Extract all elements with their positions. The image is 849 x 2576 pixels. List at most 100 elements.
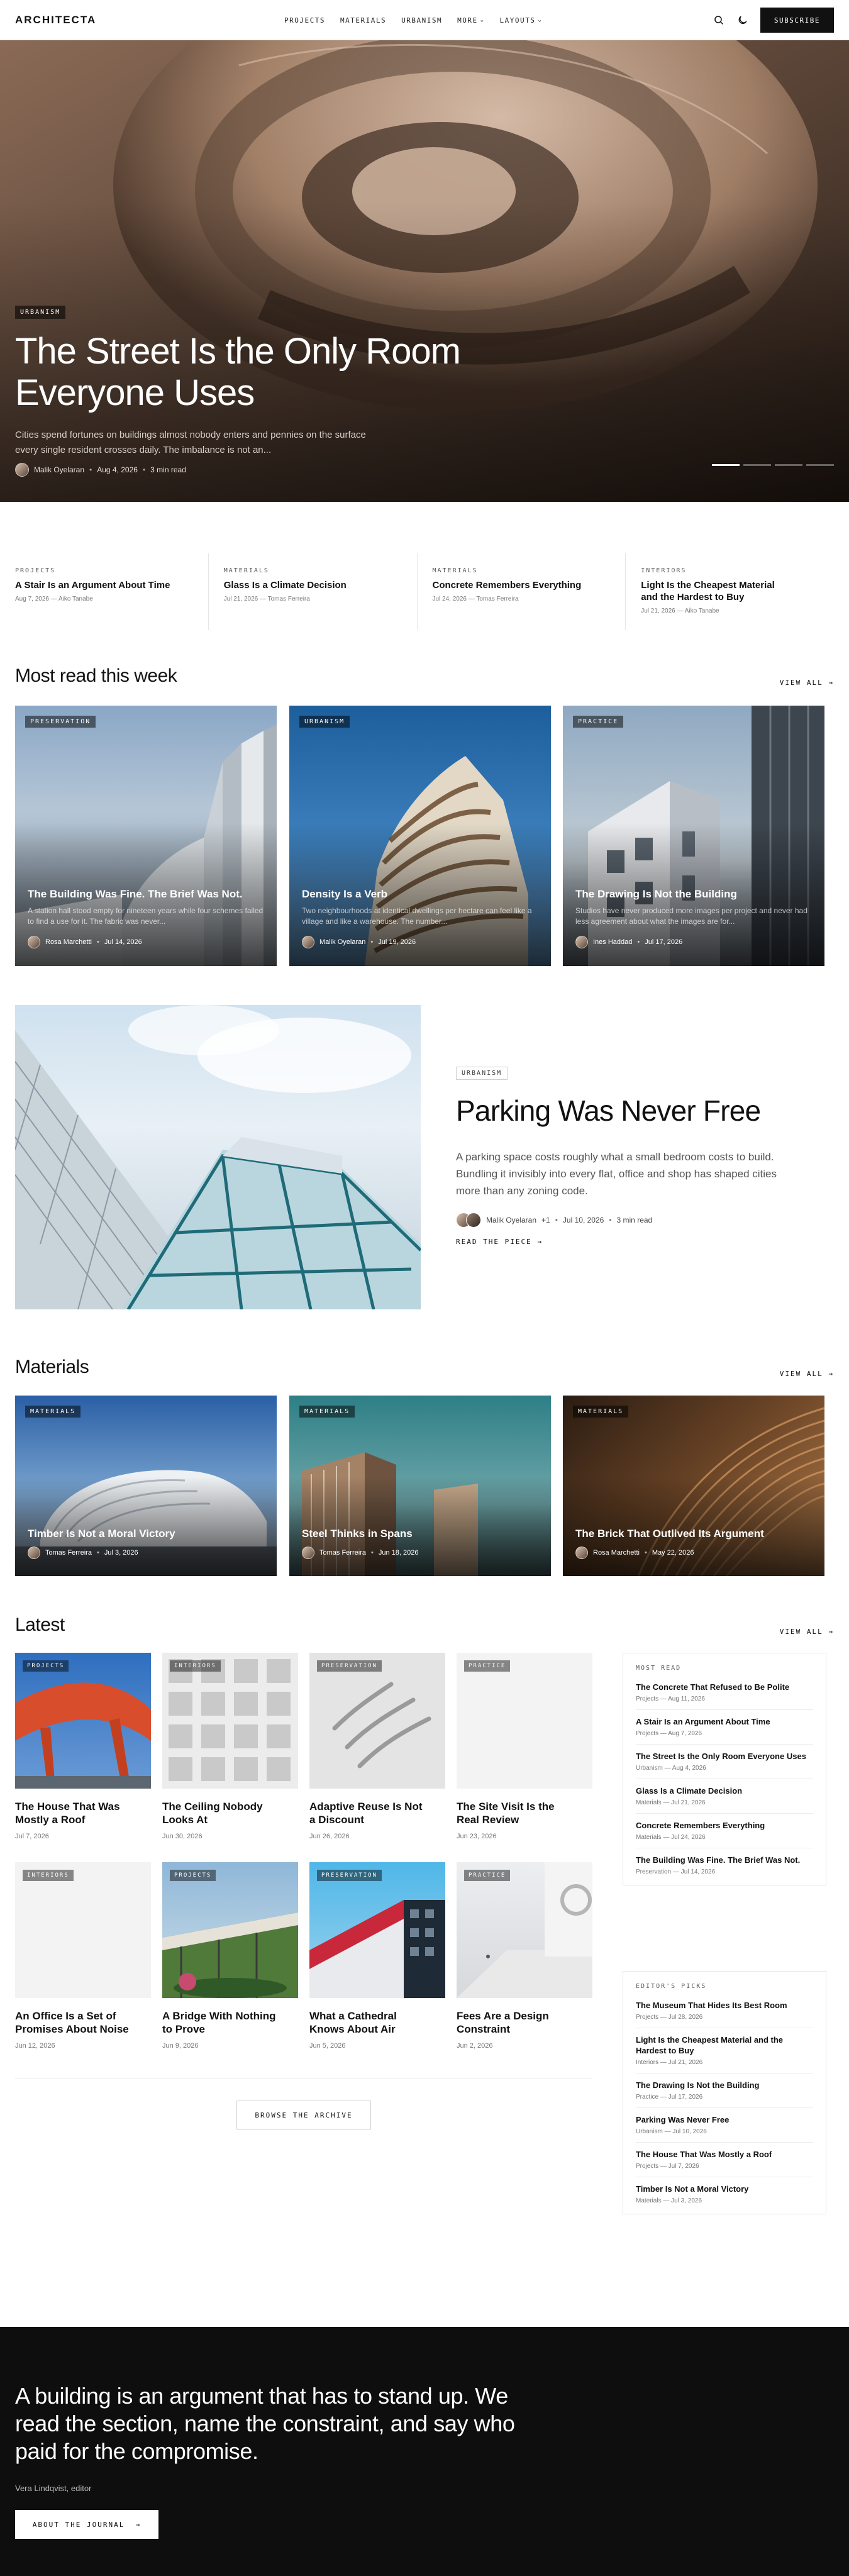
card-category-tag[interactable]: URBANISM bbox=[299, 716, 350, 728]
nav-item-layouts[interactable]: LAYOUTS ⌄ bbox=[500, 16, 543, 25]
strip-title[interactable]: Light Is the Cheapest Material and the H… bbox=[641, 579, 792, 603]
card-title[interactable]: Density Is a Verb bbox=[302, 888, 538, 901]
card-category-tag[interactable]: PRESERVATION bbox=[25, 716, 96, 728]
view-all-link[interactable]: VIEW ALL → bbox=[780, 1628, 834, 1636]
latest-card[interactable]: INTERIORS An Office Is a Set of Promises… bbox=[15, 1862, 151, 2050]
card-title[interactable]: Fees Are a Design Constraint bbox=[457, 2009, 576, 2036]
sidebar-item-title[interactable]: The Street Is the Only Room Everyone Use… bbox=[636, 1751, 813, 1762]
about-journal-button[interactable]: ABOUT THE JOURNAL → bbox=[15, 2510, 158, 2539]
sidebar-item[interactable]: The Museum That Hides Its Best Room Proj… bbox=[636, 1994, 813, 2028]
latest-card[interactable]: PRESERVATION Adaptive Reuse Is Not a Dis… bbox=[309, 1653, 445, 1840]
slide-indicator[interactable] bbox=[775, 464, 802, 466]
nav-item-projects[interactable]: PROJECTS bbox=[284, 16, 325, 25]
sidebar-item[interactable]: Light Is the Cheapest Material and the H… bbox=[636, 2028, 813, 2074]
card-title[interactable]: An Office Is a Set of Promises About Noi… bbox=[15, 2009, 135, 2036]
sidebar-item[interactable]: Glass Is a Climate Decision Materials — … bbox=[636, 1779, 813, 1814]
strip-item[interactable]: MATERIALS Concrete Remembers Everything … bbox=[416, 553, 626, 630]
materials-card[interactable]: MATERIALS The Brick That Outlived Its Ar… bbox=[563, 1396, 824, 1576]
hero[interactable]: URBANISM The Street Is the Only Room Eve… bbox=[0, 40, 849, 502]
view-all-link[interactable]: VIEW ALL → bbox=[780, 1370, 834, 1378]
latest-card[interactable]: PROJECTS The House That Was Mostly a Roo… bbox=[15, 1653, 151, 1840]
card-category-tag[interactable]: PRACTICE bbox=[573, 716, 624, 728]
coauthor-count[interactable]: +1 bbox=[541, 1216, 550, 1224]
card-title[interactable]: What a Cathedral Knows About Air bbox=[309, 2009, 429, 2036]
latest-card[interactable]: PROJECTS A Bridge With Nothing to Prove … bbox=[162, 1862, 298, 2050]
search-icon[interactable] bbox=[713, 14, 725, 26]
author-name[interactable]: Rosa Marchetti bbox=[45, 938, 92, 946]
sidebar-item-title[interactable]: Concrete Remembers Everything bbox=[636, 1820, 813, 1831]
card-category-tag[interactable]: MATERIALS bbox=[25, 1406, 81, 1418]
card-title[interactable]: The Site Visit Is the Real Review bbox=[457, 1800, 576, 1826]
sidebar-item[interactable]: Timber Is Not a Moral Victory Materials … bbox=[636, 2177, 813, 2211]
view-all-link[interactable]: VIEW ALL → bbox=[780, 679, 834, 687]
sidebar-item[interactable]: Concrete Remembers Everything Materials … bbox=[636, 1814, 813, 1848]
author-name[interactable]: Malik Oyelaran bbox=[34, 465, 84, 474]
sidebar-item-title[interactable]: Light Is the Cheapest Material and the H… bbox=[636, 2035, 813, 2056]
sidebar-item[interactable]: The Building Was Fine. The Brief Was Not… bbox=[636, 1848, 813, 1882]
sidebar-item[interactable]: The Concrete That Refused to Be Polite P… bbox=[636, 1675, 813, 1710]
sidebar-item-title[interactable]: A Stair Is an Argument About Time bbox=[636, 1716, 813, 1727]
moon-icon[interactable] bbox=[736, 14, 749, 26]
slide-indicator[interactable] bbox=[806, 464, 834, 466]
sidebar-item-title[interactable]: Timber Is Not a Moral Victory bbox=[636, 2184, 813, 2194]
feature-image[interactable] bbox=[15, 1005, 421, 1309]
card-category-tag[interactable]: INTERIORS bbox=[23, 1870, 74, 1881]
card-category-tag[interactable]: PROJECTS bbox=[23, 1660, 69, 1672]
subscribe-button[interactable]: SUBSCRIBE bbox=[760, 8, 834, 33]
sidebar-item[interactable]: Parking Was Never Free Urbanism — Jul 10… bbox=[636, 2108, 813, 2143]
sidebar-item[interactable]: The House That Was Mostly a Roof Project… bbox=[636, 2143, 813, 2177]
latest-card[interactable]: PRACTICE Fees Are a Design Constraint Ju… bbox=[457, 1862, 592, 2050]
feature-title[interactable]: Parking Was Never Free bbox=[456, 1093, 761, 1128]
sidebar-item-title[interactable]: The House That Was Mostly a Roof bbox=[636, 2149, 813, 2160]
card-category-tag[interactable]: MATERIALS bbox=[573, 1406, 629, 1418]
most-read-card[interactable]: PRACTICE The Drawing Is Not the Building… bbox=[563, 706, 824, 966]
card-category-tag[interactable]: INTERIORS bbox=[170, 1660, 221, 1672]
nav-item-more[interactable]: MORE ⌄ bbox=[457, 16, 484, 25]
card-category-tag[interactable]: MATERIALS bbox=[299, 1406, 355, 1418]
site-logo[interactable]: ARCHITECTA bbox=[15, 14, 96, 26]
author-name[interactable]: Malik Oyelaran bbox=[486, 1216, 536, 1224]
card-category-tag[interactable]: PRACTICE bbox=[464, 1660, 511, 1672]
most-read-card[interactable]: PRESERVATION The Building Was Fine. The … bbox=[15, 706, 277, 966]
most-read-card[interactable]: URBANISM Density Is a Verb Two neighbour… bbox=[289, 706, 551, 966]
strip-item[interactable]: MATERIALS Glass Is a Climate Decision Ju… bbox=[208, 553, 417, 630]
strip-title[interactable]: A Stair Is an Argument About Time bbox=[15, 579, 193, 591]
card-title[interactable]: Adaptive Reuse Is Not a Discount bbox=[309, 1800, 429, 1826]
card-title[interactable]: Steel Thinks in Spans bbox=[302, 1528, 538, 1540]
card-title[interactable]: The Building Was Fine. The Brief Was Not… bbox=[28, 888, 264, 901]
card-title[interactable]: The Brick That Outlived Its Argument bbox=[575, 1528, 812, 1540]
card-title[interactable]: The Ceiling Nobody Looks At bbox=[162, 1800, 282, 1826]
card-category-tag[interactable]: PRACTICE bbox=[464, 1870, 511, 1881]
nav-item-urbanism[interactable]: URBANISM bbox=[401, 16, 442, 25]
strip-item[interactable]: PROJECTS A Stair Is an Argument About Ti… bbox=[15, 553, 208, 630]
sidebar-item[interactable]: The Drawing Is Not the Building Practice… bbox=[636, 2074, 813, 2108]
author-name[interactable]: Rosa Marchetti bbox=[593, 1549, 640, 1557]
sidebar-item-title[interactable]: The Museum That Hides Its Best Room bbox=[636, 2000, 813, 2011]
author-name[interactable]: Ines Haddad bbox=[593, 938, 632, 946]
author-name[interactable]: Tomas Ferreira bbox=[45, 1549, 92, 1557]
slide-indicator[interactable] bbox=[712, 464, 740, 466]
card-category-tag[interactable]: PRESERVATION bbox=[317, 1870, 382, 1881]
hero-title[interactable]: The Street Is the Only Room Everyone Use… bbox=[15, 331, 468, 414]
sidebar-item-title[interactable]: The Drawing Is Not the Building bbox=[636, 2080, 813, 2090]
slide-indicator[interactable] bbox=[743, 464, 771, 466]
strip-title[interactable]: Glass Is a Climate Decision bbox=[224, 579, 402, 591]
feature-category-tag[interactable]: URBANISM bbox=[456, 1067, 508, 1080]
sidebar-item-title[interactable]: The Concrete That Refused to Be Polite bbox=[636, 1682, 813, 1692]
hero-category-tag[interactable]: URBANISM bbox=[15, 306, 66, 319]
strip-item[interactable]: INTERIORS Light Is the Cheapest Material… bbox=[625, 553, 834, 630]
card-category-tag[interactable]: PRESERVATION bbox=[317, 1660, 382, 1672]
card-title[interactable]: The Drawing Is Not the Building bbox=[575, 888, 812, 901]
author-name[interactable]: Malik Oyelaran bbox=[319, 938, 365, 946]
sidebar-item[interactable]: The Street Is the Only Room Everyone Use… bbox=[636, 1745, 813, 1779]
card-category-tag[interactable]: PROJECTS bbox=[170, 1870, 216, 1881]
latest-card[interactable]: PRACTICE The Site Visit Is the Real Revi… bbox=[457, 1653, 592, 1840]
materials-card[interactable]: MATERIALS Steel Thinks in Spans Tomas Fe… bbox=[289, 1396, 551, 1576]
author-name[interactable]: Tomas Ferreira bbox=[319, 1549, 366, 1557]
sidebar-item-title[interactable]: Glass Is a Climate Decision bbox=[636, 1785, 813, 1796]
card-title[interactable]: Timber Is Not a Moral Victory bbox=[28, 1528, 264, 1540]
card-title[interactable]: A Bridge With Nothing to Prove bbox=[162, 2009, 282, 2036]
strip-title[interactable]: Concrete Remembers Everything bbox=[433, 579, 611, 591]
sidebar-item[interactable]: A Stair Is an Argument About Time Projec… bbox=[636, 1710, 813, 1745]
latest-card[interactable]: INTERIORS The Ceiling Nobody Looks At Ju… bbox=[162, 1653, 298, 1840]
